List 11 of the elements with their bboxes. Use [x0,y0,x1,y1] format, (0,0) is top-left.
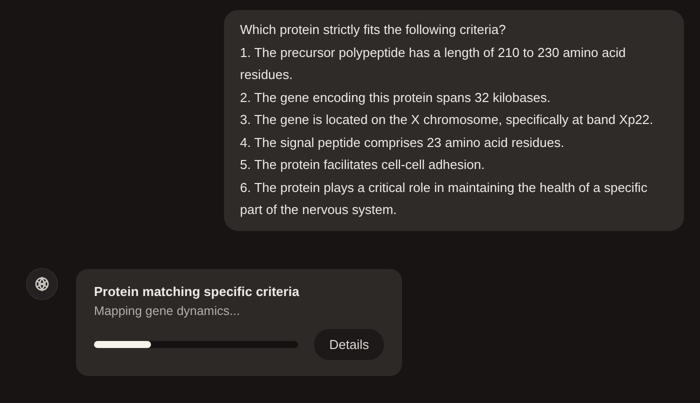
message-text: 1. The precursor polypeptide has a length of 210 to 230 amino acid residues. [240,44,627,84]
task-title: Protein matching specific criteria [94,282,300,300]
message-text: 2. The gene encoding this protein spans 32 kilobases. [240,88,552,107]
message-text: 6. The protein plays a critical role in maintaining the health of a specific part of the nervous system. [240,178,648,219]
task-status: Mapping gene dynamics... [94,302,241,320]
message-text: 3. The gene is located on the X chromosome, specifically at band Xp22. [240,111,654,129]
logo-icon [34,276,50,292]
details-button[interactable]: Details [314,328,384,360]
message-text: Which protein strictly fits the following criteria? [240,21,507,39]
message-text: 4. The signal peptide comprises 23 amino acid residues. [240,134,566,152]
message-text: 5. The protein facilitates cell-cell adhesion. [240,156,486,174]
